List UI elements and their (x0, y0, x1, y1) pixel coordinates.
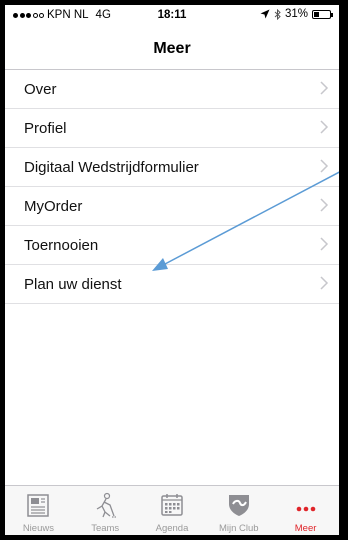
hockey-player-icon (96, 492, 118, 518)
chevron-right-icon (320, 237, 329, 251)
menu-item-label: Toernooien (24, 237, 99, 254)
location-arrow-icon (260, 9, 270, 19)
tab-agenda[interactable]: Agenda (139, 486, 206, 535)
tab-label: Mijn Club (218, 523, 259, 534)
chevron-right-icon (320, 276, 329, 290)
more-dots-icon (296, 506, 315, 512)
tab-label: Meer (294, 523, 317, 534)
newspaper-icon (27, 494, 50, 517)
menu-item-label: Over (24, 81, 57, 98)
status-right: 31% (260, 8, 333, 20)
tab-meer[interactable]: Meer (272, 486, 339, 535)
menu-item-myorder[interactable]: MyOrder (5, 187, 339, 226)
menu-item-over[interactable]: Over (5, 70, 339, 109)
navigation-bar: Meer (5, 25, 339, 70)
tab-label: Teams (91, 523, 120, 534)
tab-label: Agenda (155, 523, 189, 534)
phone-screen: KPN NL 4G 18:11 31% Meer Over Profiel Di… (5, 5, 339, 535)
menu-item-digitaal-wedstrijdformulier[interactable]: Digitaal Wedstrijdformulier (5, 148, 339, 187)
menu-item-label: Digitaal Wedstrijdformulier (24, 159, 199, 176)
tab-mijn-club[interactable]: Mijn Club (205, 486, 272, 535)
tab-bar: Nieuws Teams Agenda Mijn Club Meer (5, 485, 339, 535)
battery-icon (312, 9, 333, 19)
club-shield-icon (228, 495, 249, 516)
chevron-right-icon (320, 120, 329, 134)
menu-item-profiel[interactable]: Profiel (5, 109, 339, 148)
tab-teams[interactable]: Teams (72, 486, 139, 535)
menu-item-label: Profiel (24, 120, 67, 137)
battery-percentage: 31% (284, 8, 308, 20)
bluetooth-icon (274, 8, 281, 20)
menu-item-label: MyOrder (24, 198, 83, 215)
chevron-right-icon (320, 198, 329, 212)
menu-list: Over Profiel Digitaal Wedstrijdformulier… (5, 70, 339, 304)
calendar-icon (161, 494, 183, 516)
status-bar: KPN NL 4G 18:11 31% (5, 5, 339, 25)
tab-nieuws[interactable]: Nieuws (5, 486, 72, 535)
menu-item-plan-uw-dienst[interactable]: Plan uw dienst (5, 265, 339, 304)
tab-label: Nieuws (22, 523, 54, 534)
chevron-right-icon (320, 81, 329, 95)
menu-item-label: Plan uw dienst (24, 276, 122, 293)
chevron-right-icon (320, 159, 329, 173)
page-title: Meer (153, 40, 191, 57)
menu-item-toernooien[interactable]: Toernooien (5, 226, 339, 265)
